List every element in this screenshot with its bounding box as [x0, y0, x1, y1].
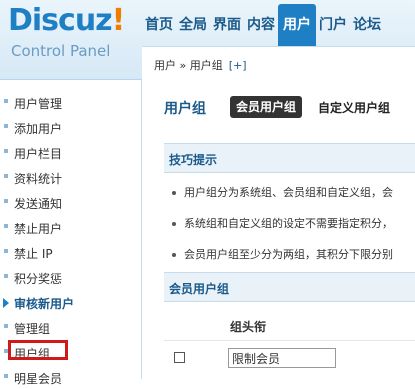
sidebar-item-label: 禁止 IP	[14, 247, 53, 261]
sidebar-item-label: 用户管理	[14, 97, 63, 111]
add-shortcut-link[interactable]: [+]	[229, 59, 247, 72]
triangle-right-icon	[3, 298, 9, 308]
tip-text: 会员用户组至少分为两组，其积分下限分别	[184, 248, 393, 261]
topnav-portal[interactable]: 门户	[316, 0, 350, 46]
discuz-logo[interactable]: Discuz!	[8, 4, 125, 38]
bullet-icon	[4, 224, 8, 228]
sidebar-item-profile-stats[interactable]: 资料统计	[0, 165, 142, 189]
breadcrumb-path[interactable]: 用户 » 用户组	[154, 59, 223, 72]
sidebar-item-label: 禁止用户	[14, 222, 63, 236]
topnav-forum[interactable]: 论坛	[350, 0, 384, 46]
sidebar-item-label: 管理组	[14, 322, 51, 336]
bullet-icon	[4, 99, 8, 103]
sidebar-item-ban-user[interactable]: 禁止用户	[0, 215, 142, 239]
tab-custom-groups[interactable]: 自定义用户组	[318, 99, 390, 116]
sidebar-item-add-user[interactable]: 添加用户	[0, 115, 142, 139]
sidebar-item-user-management[interactable]: 用户管理	[0, 90, 142, 114]
row-select-checkbox[interactable]	[174, 352, 185, 363]
tip-text: 系统组和自定义组的设定不需要指定积分，	[184, 217, 393, 230]
sidebar-item-star-members[interactable]: 明星会员	[0, 365, 142, 389]
column-header-title: 组头衔	[230, 320, 267, 334]
sidebar-item-label: 发送通知	[14, 197, 63, 211]
sidebar-group-moderate-users[interactable]: 审核新用户	[0, 290, 142, 314]
topnav-home[interactable]: 首页	[142, 0, 176, 46]
group-title-input[interactable]	[228, 348, 336, 368]
member-groups-title: 会员用户组	[169, 282, 230, 296]
topnav-global[interactable]: 全局	[176, 0, 210, 46]
page-title: 用户组	[164, 101, 206, 117]
top-navigation: 首页 全局 界面 内容 用户 门户 论坛	[142, 0, 384, 46]
bullet-icon	[4, 124, 8, 128]
logo-subtitle: Control Panel	[11, 42, 111, 60]
sidebar-item-credit-rewards[interactable]: 积分奖惩	[0, 265, 142, 289]
sidebar-item-ban-ip[interactable]: 禁止 IP	[0, 240, 142, 264]
bullet-icon	[4, 324, 8, 328]
sidebar: 用户管理 添加用户 用户栏目 资料统计 发送通知 禁止用户 禁止 IP 积分奖惩…	[0, 80, 142, 386]
sidebar-item-label: 资料统计	[14, 172, 63, 186]
bullet-icon	[4, 199, 8, 203]
sidebar-item-label: 积分奖惩	[14, 272, 63, 286]
bullet-icon	[4, 149, 8, 153]
topnav-interface[interactable]: 界面	[210, 0, 244, 46]
breadcrumb: 用户 » 用户组 [+]	[154, 57, 247, 73]
main-content: 用户组 会员用户组 自定义用户组 技巧提示 用户组分为系统组、会员组和自定义组，…	[142, 80, 415, 379]
tips-title: 技巧提示	[169, 153, 218, 167]
bullet-icon	[4, 249, 8, 253]
bullet-icon	[172, 191, 176, 195]
row-divider	[164, 340, 415, 341]
topnav-content[interactable]: 内容	[244, 0, 278, 46]
sidebar-item-send-notice[interactable]: 发送通知	[0, 190, 142, 214]
tip-line: 会员用户组至少分为两组，其积分下限分别	[172, 246, 393, 262]
member-groups-section-header: 会员用户组	[164, 272, 415, 302]
sidebar-item-user-fields[interactable]: 用户栏目	[0, 140, 142, 164]
tip-line: 用户组分为系统组、会员组和自定义组，会	[172, 184, 393, 200]
bullet-icon	[4, 374, 8, 378]
highlight-box	[8, 340, 68, 360]
sidebar-item-label: 用户栏目	[14, 147, 63, 161]
bullet-icon	[4, 274, 8, 278]
bullet-icon	[172, 253, 176, 257]
sidebar-item-admin-groups[interactable]: 管理组	[0, 315, 142, 339]
bullet-icon	[4, 174, 8, 178]
tips-section-header: 技巧提示	[164, 143, 415, 173]
tip-line: 系统组和自定义组的设定不需要指定积分，	[172, 215, 393, 231]
breadcrumb-bar: 用户 » 用户组 [+]	[142, 46, 415, 80]
tab-member-groups[interactable]: 会员用户组	[230, 96, 303, 118]
topnav-users[interactable]: 用户	[278, 4, 316, 46]
bullet-icon	[172, 222, 176, 226]
sidebar-group-label: 审核新用户	[14, 297, 75, 311]
sidebar-item-label: 添加用户	[14, 122, 63, 136]
tip-text: 用户组分为系统组、会员组和自定义组，会	[184, 186, 393, 199]
